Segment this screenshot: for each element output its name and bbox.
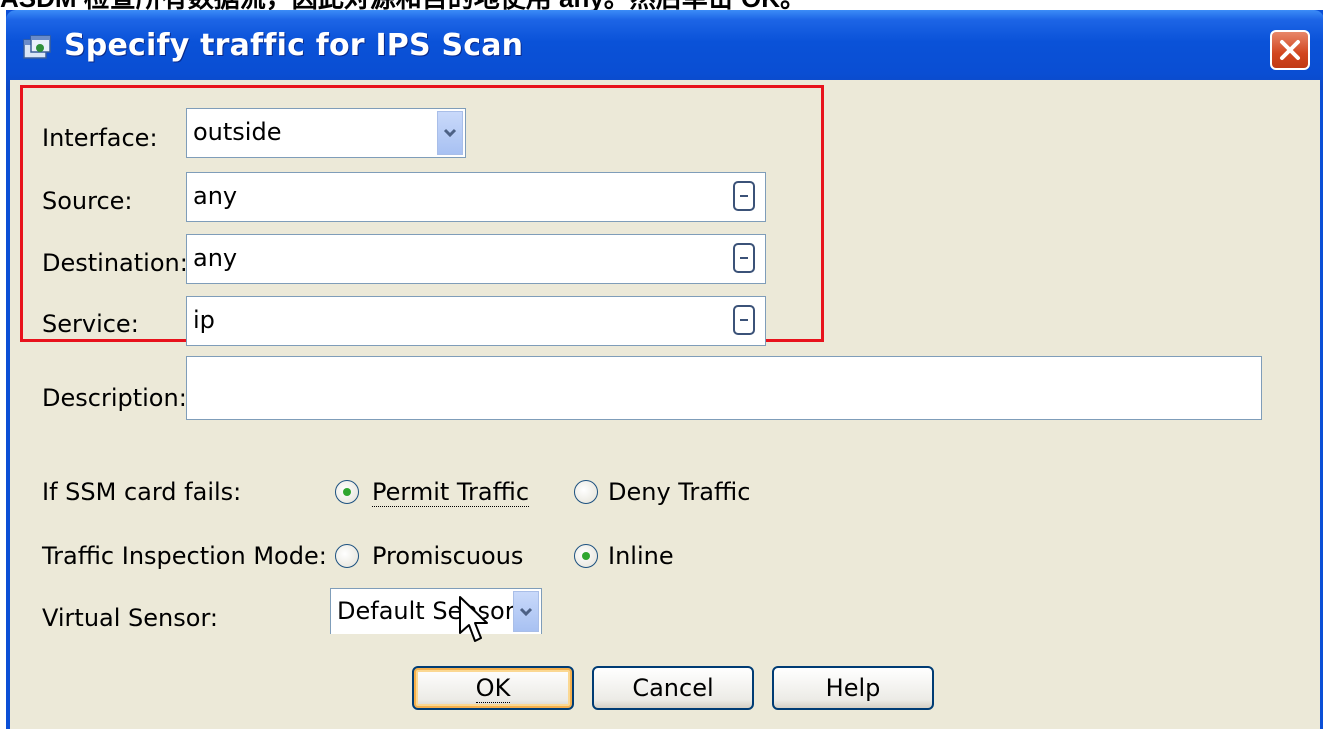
destination-browse-button[interactable] [733,243,755,273]
permit-traffic-label[interactable]: Permit Traffic [372,478,530,507]
close-button[interactable] [1270,30,1310,70]
ok-button-label: OK [475,673,511,703]
service-value: ip [193,306,215,334]
interface-label: Interface: [42,124,158,152]
service-field[interactable]: ip [186,296,766,346]
ok-button[interactable]: OK [412,666,574,710]
close-icon [1280,40,1300,60]
service-browse-button[interactable] [733,305,755,335]
app-window-icon [23,35,51,59]
source-field[interactable]: any [186,172,766,222]
ssm-fail-label: If SSM card fails: [42,478,242,506]
deny-traffic-radio[interactable] [574,480,598,504]
source-browse-button[interactable] [733,181,755,211]
inline-label[interactable]: Inline [608,542,674,570]
inline-radio[interactable] [574,544,598,568]
destination-label: Destination: [42,249,188,277]
description-field[interactable] [186,356,1262,420]
source-value: any [193,182,238,210]
promiscuous-label[interactable]: Promiscuous [372,542,523,570]
permit-traffic-text: Permit Traffic [372,478,530,507]
chevron-down-icon[interactable] [437,111,463,155]
deny-traffic-label[interactable]: Deny Traffic [608,478,750,506]
page-caption: ASDM 检查所有数据流，因此对源和目的地使用 any。然后单击 OK。 [0,0,1323,10]
promiscuous-radio[interactable] [335,544,359,568]
virtual-sensor-label: Virtual Sensor: [42,604,218,632]
destination-field[interactable]: any [186,234,766,284]
inspection-mode-label: Traffic Inspection Mode: [42,542,327,570]
source-label: Source: [42,187,133,215]
interface-value: outside [193,118,282,146]
dialog-body: Interface: outside Source: any Destinati… [10,80,1320,729]
chevron-down-icon[interactable] [513,591,539,632]
title-bar[interactable]: Specify traffic for IPS Scan [6,10,1323,90]
help-button[interactable]: Help [772,666,934,710]
cancel-button[interactable]: Cancel [592,666,754,710]
description-label: Description: [42,384,187,412]
dialog-window: Specify traffic for IPS Scan Interface: … [6,10,1323,729]
destination-value: any [193,244,238,272]
service-label: Service: [42,310,139,338]
virtual-sensor-select[interactable]: Default Sensor [330,588,542,634]
permit-traffic-radio[interactable] [335,480,359,504]
mouse-pointer-icon [459,596,488,642]
dialog-title: Specify traffic for IPS Scan [64,28,524,63]
interface-select[interactable]: outside [186,108,466,158]
